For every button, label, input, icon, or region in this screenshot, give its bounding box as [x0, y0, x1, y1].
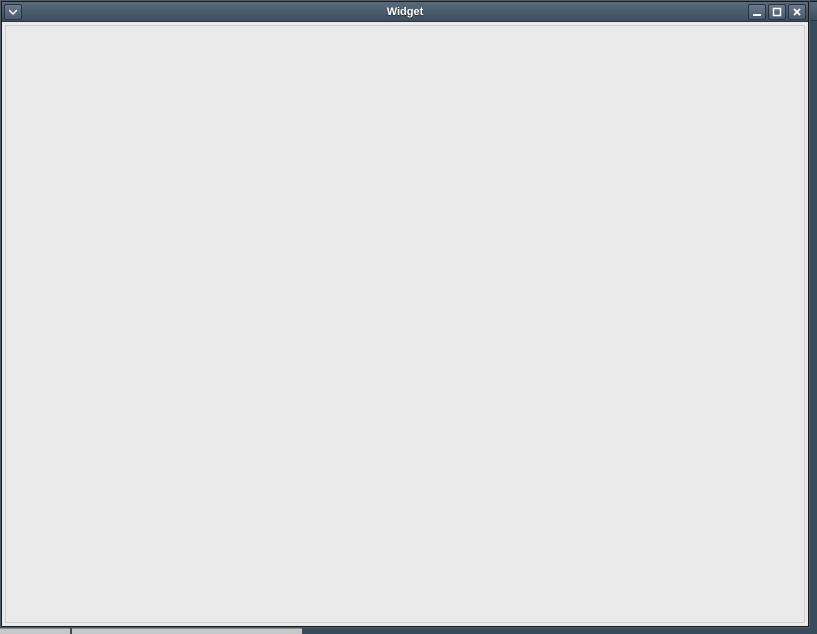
- taskbar: [0, 628, 817, 634]
- chevron-down-icon: [9, 9, 17, 15]
- taskbar-segment[interactable]: [0, 628, 70, 634]
- window-menu-button[interactable]: [4, 4, 22, 20]
- close-button[interactable]: [788, 4, 806, 20]
- window-title: Widget: [2, 6, 808, 18]
- close-icon: [792, 7, 802, 17]
- maximize-button[interactable]: [768, 4, 786, 20]
- maximize-icon: [772, 7, 782, 17]
- minimize-icon: [752, 7, 762, 17]
- window-content-area: [5, 25, 805, 623]
- taskbar-segment[interactable]: [72, 628, 302, 634]
- window-controls: [748, 4, 806, 20]
- application-window: Widget: [1, 1, 809, 627]
- desktop: Widget: [0, 0, 817, 634]
- titlebar[interactable]: Widget: [2, 2, 808, 22]
- background-window-edge: [810, 1, 817, 21]
- minimize-button[interactable]: [748, 4, 766, 20]
